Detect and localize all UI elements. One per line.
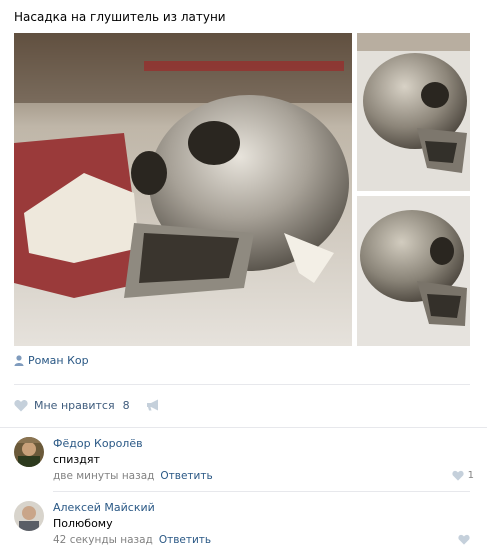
divider <box>14 384 470 385</box>
post-photo-main[interactable] <box>14 33 352 346</box>
comment-time[interactable]: 42 секунды назад <box>53 534 153 546</box>
divider <box>0 427 487 428</box>
post-photo-3[interactable] <box>357 196 470 346</box>
divider <box>53 491 470 492</box>
post-author-name[interactable]: Роман Кор <box>28 354 89 367</box>
heart-icon <box>452 470 464 481</box>
user-icon <box>14 355 24 366</box>
comment-like[interactable] <box>458 534 474 545</box>
avatar[interactable] <box>14 501 44 531</box>
comment-like-count: 1 <box>467 470 474 481</box>
comment-meta: две минуты назад Ответить <box>53 470 213 482</box>
comment-like[interactable]: 1 <box>452 470 474 481</box>
comment: Фёдор Королёв спиздят две минуты назад От… <box>14 437 474 485</box>
reply-button[interactable]: Ответить <box>159 534 211 546</box>
comment-meta: 42 секунды назад Ответить <box>53 534 211 546</box>
comment-text: спиздят <box>53 453 100 466</box>
comment-time[interactable]: две минуты назад <box>53 470 154 482</box>
comment-text: Полюбому <box>53 517 113 530</box>
like-button[interactable]: Мне нравится <box>34 399 115 412</box>
post-actions: Мне нравится 8 <box>14 397 160 413</box>
reply-button[interactable]: Ответить <box>160 470 212 482</box>
heart-icon[interactable] <box>14 399 28 412</box>
post-title: Насадка на глушитель из латуни <box>14 10 226 24</box>
heart-icon <box>458 534 470 545</box>
comment-author[interactable]: Фёдор Королёв <box>53 437 143 450</box>
megaphone-icon[interactable] <box>146 399 160 411</box>
comment: Алексей Майский Полюбому 42 секунды наза… <box>14 501 474 549</box>
like-count: 8 <box>122 398 130 412</box>
post-author[interactable]: Роман Кор <box>14 354 89 367</box>
comment-author[interactable]: Алексей Майский <box>53 501 155 514</box>
avatar[interactable] <box>14 437 44 467</box>
post-photo-2[interactable] <box>357 33 470 191</box>
